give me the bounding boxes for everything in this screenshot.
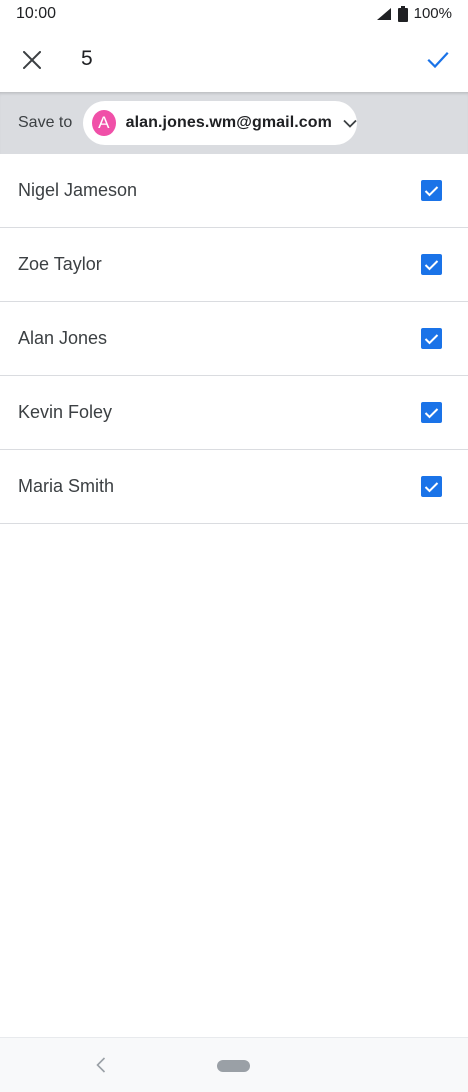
- check-icon: [427, 51, 449, 74]
- checkbox-checked-icon[interactable]: [421, 254, 442, 275]
- status-time: 10:00: [16, 5, 57, 22]
- status-bar: 10:00 100%: [0, 0, 468, 30]
- save-to-bar: Save to A alan.jones.wm@gmail.com: [0, 92, 468, 154]
- contact-name: Maria Smith: [18, 476, 115, 496]
- signal-icon: [376, 7, 392, 21]
- battery-icon: [397, 5, 408, 22]
- contact-row[interactable]: Nigel Jameson: [0, 154, 468, 228]
- selected-count: 5: [81, 47, 93, 70]
- contact-name: Nigel Jameson: [18, 180, 138, 200]
- checkbox-checked-icon[interactable]: [421, 328, 442, 349]
- contact-row[interactable]: Zoe Taylor: [0, 228, 468, 302]
- contact-name: Zoe Taylor: [18, 254, 102, 274]
- save-to-label: Save to: [18, 114, 73, 131]
- account-selector[interactable]: A alan.jones.wm@gmail.com: [83, 101, 357, 145]
- checkbox-checked-icon[interactable]: [421, 402, 442, 423]
- account-email: alan.jones.wm@gmail.com: [125, 114, 332, 131]
- chevron-down-icon: [343, 119, 357, 128]
- contact-row[interactable]: Kevin Foley: [0, 376, 468, 450]
- contact-row[interactable]: Maria Smith: [0, 450, 468, 524]
- system-nav-bar: [0, 1037, 468, 1092]
- checkbox-checked-icon[interactable]: [421, 180, 442, 201]
- contacts-save-screen: 10:00 100% 5 Save to A alan.jones.wm@gma…: [0, 0, 468, 1092]
- close-button[interactable]: [14, 44, 50, 80]
- back-chevron-icon[interactable]: [90, 1053, 112, 1077]
- battery-percent: 100%: [413, 5, 452, 22]
- contact-row[interactable]: Alan Jones: [0, 302, 468, 376]
- contact-name: Kevin Foley: [18, 402, 113, 422]
- status-indicators: 100%: [376, 5, 452, 22]
- close-icon: [22, 50, 42, 74]
- contact-name: Alan Jones: [18, 328, 108, 348]
- account-avatar: A: [92, 110, 116, 136]
- home-pill-icon[interactable]: [217, 1060, 250, 1072]
- done-button[interactable]: [418, 42, 458, 82]
- top-app-bar: 5: [0, 30, 468, 92]
- contact-list: Nigel Jameson Zoe Taylor Alan Jones Kevi…: [0, 154, 468, 524]
- checkbox-checked-icon[interactable]: [421, 476, 442, 497]
